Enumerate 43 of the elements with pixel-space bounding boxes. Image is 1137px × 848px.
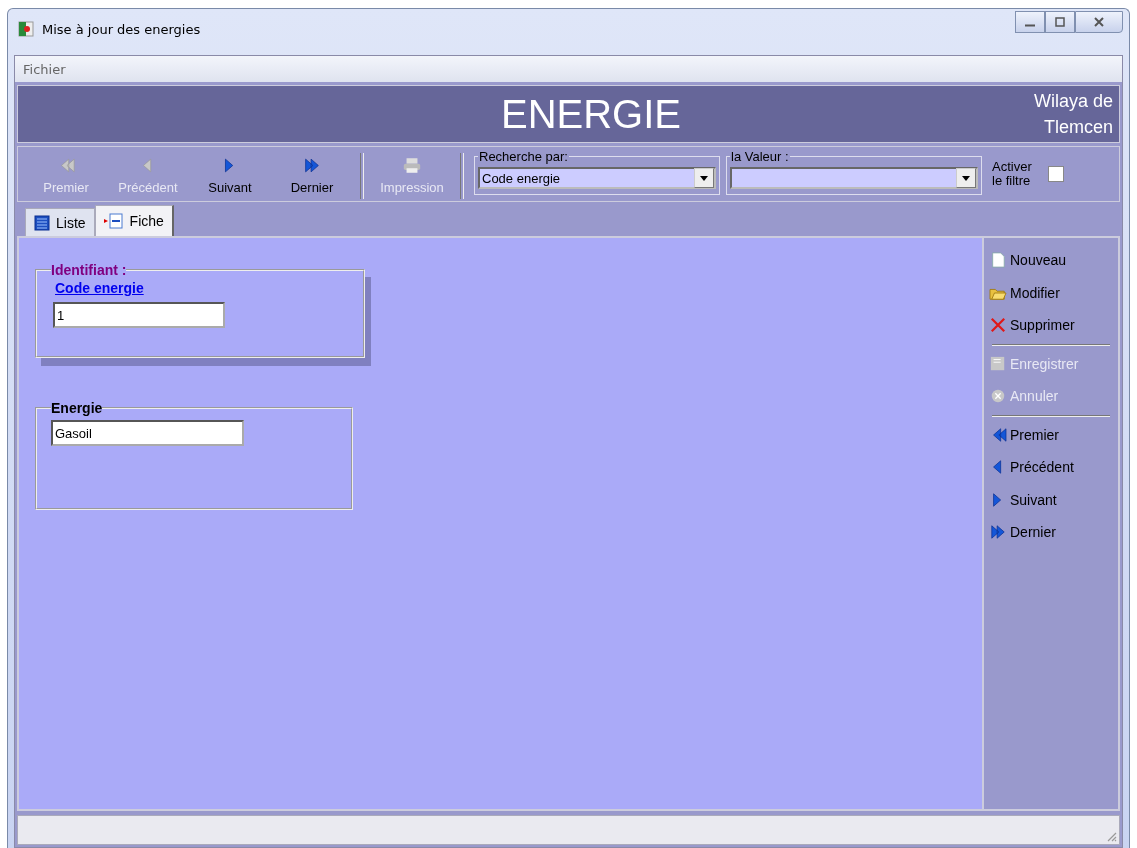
maximize-icon xyxy=(1054,16,1066,28)
double-right-arrow-icon xyxy=(302,157,322,174)
toolbar-button[interactable]: Suivant xyxy=(190,147,270,201)
minimize-icon xyxy=(1025,23,1035,27)
action-button[interactable]: Suivant xyxy=(988,483,1114,516)
value-label: la Valeur : xyxy=(730,149,790,164)
tab[interactable]: Fiche xyxy=(94,205,174,236)
menu-item[interactable]: Fichier xyxy=(19,61,70,77)
energy-input[interactable]: Gasoil xyxy=(51,420,244,446)
identifier-legend: Identifiant : xyxy=(51,262,127,278)
action-button[interactable]: Dernier xyxy=(988,516,1114,549)
form-icon xyxy=(103,213,124,229)
filter-label: Activer le filtre xyxy=(992,159,1033,189)
region-label: Tlemcen xyxy=(1043,116,1113,140)
energy-legend: Energie xyxy=(51,400,103,416)
dropdown-arrow-icon xyxy=(700,175,708,181)
region-label: Wilaya de xyxy=(1033,90,1113,113)
action-button[interactable]: Modifier xyxy=(988,276,1114,309)
toolbar-button[interactable]: Dernier xyxy=(272,147,352,201)
tab[interactable]: Liste xyxy=(25,208,95,236)
filter-checkbox[interactable] xyxy=(1048,166,1064,182)
cross-icon xyxy=(988,317,1008,334)
resize-grip-icon xyxy=(1105,830,1117,842)
list-icon xyxy=(34,214,50,231)
close-button[interactable] xyxy=(1075,11,1123,33)
header-title: ENERGIE xyxy=(500,91,681,137)
action-button[interactable]: Premier xyxy=(988,418,1114,451)
search-by-dropdown[interactable]: Code energie xyxy=(478,167,716,189)
app-icon xyxy=(18,21,34,37)
code-input[interactable]: 1 xyxy=(53,302,225,328)
double-right-arrow-icon xyxy=(988,524,1008,541)
action-button[interactable]: Supprimer xyxy=(988,309,1114,342)
maximize-button[interactable] xyxy=(1045,11,1075,33)
minimize-button[interactable] xyxy=(1015,11,1045,33)
dropdown-arrow-icon xyxy=(962,175,970,181)
window-title: Mise à jour des energies xyxy=(42,21,201,37)
close-icon xyxy=(1093,16,1105,28)
search-by-label: Recherche par: xyxy=(478,149,569,164)
action-button[interactable]: Nouveau xyxy=(988,244,1114,277)
printer-icon xyxy=(402,157,422,174)
action-button[interactable]: Précédent xyxy=(988,451,1114,484)
code-energie-link[interactable]: Code energie xyxy=(55,280,349,296)
value-dropdown[interactable] xyxy=(730,167,978,189)
